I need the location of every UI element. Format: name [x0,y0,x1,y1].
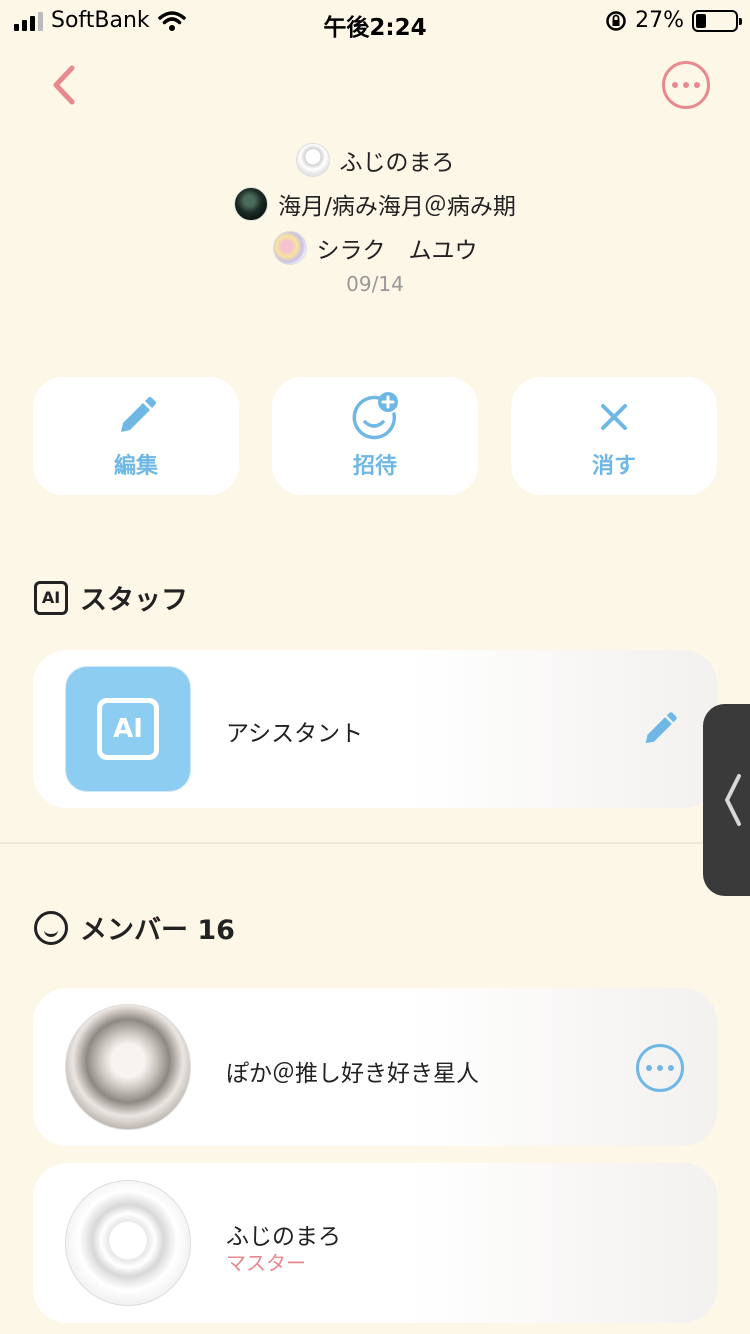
participants-list: ふじのまろ 海月/病み海月＠病み期 シラク ムユウ 09/14 [0,138,750,296]
more-horizontal-icon [646,1065,652,1071]
more-options-button[interactable] [662,61,710,109]
delete-label: 消す [591,454,636,479]
avatar [234,187,269,221]
status-bar: SoftBank 午後2:24 27% [0,0,750,42]
participant-item[interactable]: 海月/病み海月＠病み期 [0,182,750,226]
participant-item[interactable]: ふじのまろ [0,138,750,182]
staff-card-assistant[interactable]: AI アシスタント [33,650,717,808]
rotation-lock-icon [606,10,626,31]
staff-title: スタッフ [80,585,188,616]
more-horizontal-icon [672,82,678,88]
ai-icon: AI [97,698,159,760]
battery-percent: 27% [635,8,684,33]
assistant-name: アシスタント [226,721,364,747]
invite-label: 招待 [352,454,397,479]
member-card[interactable]: ぽか＠推し好き好き星人 [33,988,717,1146]
edit-label: 編集 [113,454,158,479]
add-face-icon [352,392,398,440]
avatar [272,231,307,265]
avatar [65,1180,191,1306]
section-divider [0,842,750,844]
date-label: 09/14 [346,272,404,296]
participant-name: シラク ムユウ [316,238,478,264]
member-name: ふじのまろ [226,1224,341,1250]
delete-button[interactable]: 消す [511,377,717,495]
participant-item[interactable]: シラク ムユウ [0,226,750,270]
member-card[interactable]: ふじのまろ マスター [33,1163,717,1323]
smile-icon [34,910,68,945]
staff-section-title: AI スタッフ [34,578,188,617]
member-section-title: メンバー 16 [34,908,235,947]
pencil-icon [121,397,156,432]
avatar [65,1004,191,1130]
chevron-left-icon [53,65,75,105]
side-panel-handle[interactable] [703,704,750,896]
member-role: マスター [226,1251,306,1275]
pencil-icon[interactable] [639,708,681,750]
avatar [295,143,330,177]
close-icon [601,404,627,430]
invite-button[interactable]: 招待 [272,377,478,495]
edit-button[interactable]: 編集 [33,377,239,495]
participant-name: ふじのまろ [339,150,455,176]
member-name: ぽか＠推し好き好き星人 [226,1061,479,1087]
status-right: 27% [605,8,742,33]
ai-icon: AI [34,580,68,615]
participant-name: 海月/病み海月＠病み期 [278,194,516,220]
back-button[interactable] [44,60,88,110]
chevron-left-icon [725,774,741,826]
member-title: メンバー 16 [80,915,235,946]
assistant-avatar: AI [65,666,191,792]
battery-icon [692,9,742,32]
member-more-button[interactable] [636,1044,684,1092]
